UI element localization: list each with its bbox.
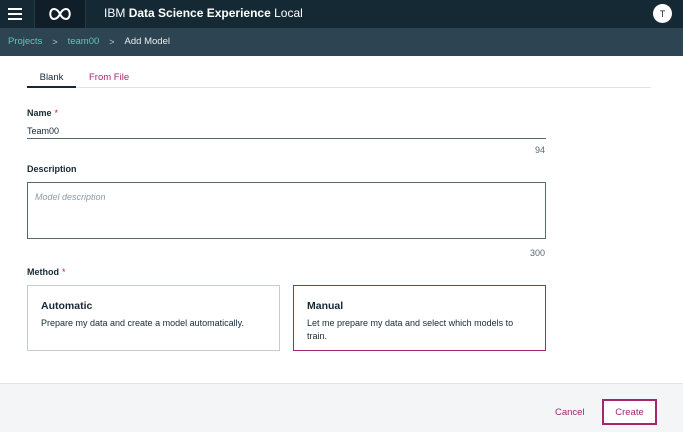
- app-title-bold: Data Science Experience: [128, 6, 271, 20]
- app-title-suffix: Local: [274, 6, 303, 20]
- breadcrumb: Projects > team00 > Add Model: [8, 36, 170, 47]
- tab-blank[interactable]: Blank: [27, 72, 76, 88]
- tab-from-file[interactable]: From File: [89, 72, 129, 83]
- app-title: IBM Data Science Experience Local: [104, 6, 303, 20]
- description-label: Description: [27, 164, 77, 174]
- method-card-automatic[interactable]: Automatic Prepare my data and create a m…: [27, 285, 280, 351]
- name-input[interactable]: [27, 123, 546, 139]
- hamburger-menu-icon[interactable]: [0, 0, 30, 28]
- tab-bar: Blank From File: [27, 67, 651, 88]
- breadcrumb-current: Add Model: [124, 36, 170, 47]
- method-title: Manual: [307, 300, 344, 312]
- logo-button[interactable]: [34, 0, 86, 28]
- footer-action-bar: Cancel Create: [0, 383, 683, 432]
- create-button[interactable]: Create: [602, 399, 657, 425]
- method-description: Let me prepare my data and select which …: [307, 318, 514, 341]
- method-label: Method *: [27, 267, 66, 277]
- description-char-counter: 300: [529, 248, 545, 258]
- user-avatar[interactable]: T: [653, 4, 672, 23]
- breadcrumb-bar: Projects > team00 > Add Model: [0, 28, 683, 56]
- app-title-prefix: IBM: [104, 6, 126, 20]
- breadcrumb-project-link[interactable]: team00: [68, 36, 100, 47]
- description-textarea[interactable]: [27, 182, 546, 239]
- top-nav-bar: IBM Data Science Experience Local T: [0, 0, 683, 28]
- method-title: Automatic: [41, 300, 93, 312]
- required-mark: *: [54, 108, 59, 118]
- method-card-manual[interactable]: Manual Let me prepare my data and select…: [293, 285, 546, 351]
- name-label: Name *: [27, 108, 58, 118]
- method-description: Prepare my data and create a model autom…: [41, 318, 244, 328]
- cancel-button[interactable]: Cancel: [555, 407, 585, 418]
- method-label-text: Method: [27, 267, 59, 277]
- infinity-icon: [49, 7, 71, 21]
- name-char-counter: 94: [534, 145, 545, 155]
- chevron-right-icon: >: [109, 36, 115, 47]
- chevron-right-icon: >: [52, 36, 58, 47]
- breadcrumb-projects-link[interactable]: Projects: [8, 36, 42, 47]
- name-label-text: Name: [27, 108, 52, 118]
- required-mark: *: [62, 267, 66, 277]
